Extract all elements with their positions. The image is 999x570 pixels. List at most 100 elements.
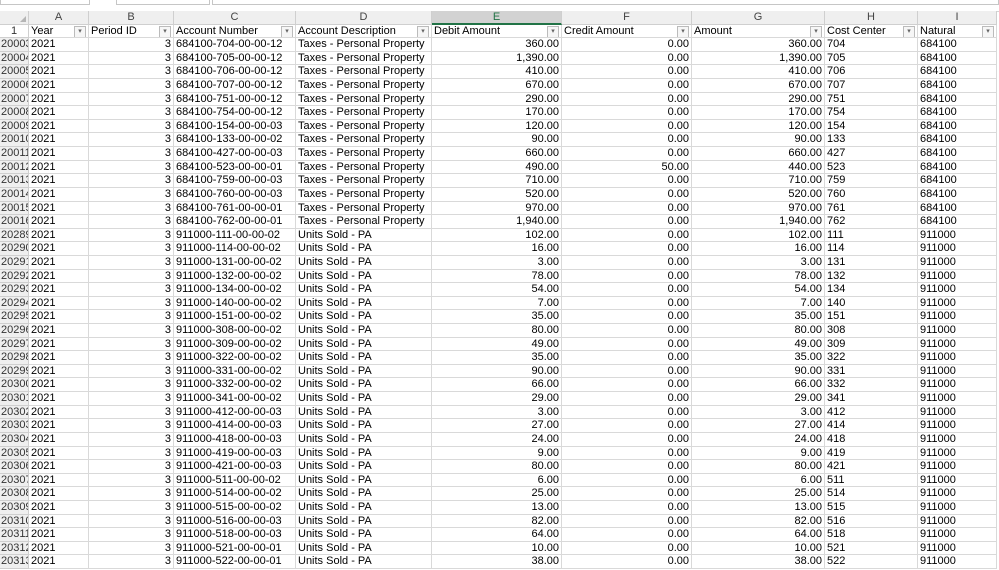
period-id-cell[interactable]: 3 <box>89 147 174 161</box>
natural-cell[interactable]: 911000 <box>918 419 997 433</box>
credit-amount-cell[interactable]: 0.00 <box>562 201 692 216</box>
year-cell[interactable]: 2021 <box>29 215 89 229</box>
account-number-cell[interactable]: 684100-523-00-00-01 <box>174 160 296 175</box>
natural-cell[interactable]: 911000 <box>918 446 997 461</box>
period-id-cell[interactable]: 3 <box>89 119 174 134</box>
year-cell[interactable]: 2021 <box>29 242 89 256</box>
credit-amount-cell[interactable]: 0.00 <box>562 487 692 501</box>
filter-dropdown-icon[interactable]: ▾ <box>547 25 559 38</box>
account-description-cell[interactable]: Units Sold - PA <box>296 269 432 284</box>
debit-amount-cell[interactable]: 3.00 <box>432 255 562 270</box>
row-number[interactable]: 20290 <box>0 242 29 256</box>
cost-center-cell[interactable]: 421 <box>825 460 918 474</box>
natural-cell[interactable]: 684100 <box>918 174 997 188</box>
amount-cell[interactable]: 78.00 <box>692 269 825 284</box>
natural-cell[interactable]: 684100 <box>918 65 997 80</box>
period-id-cell[interactable]: 3 <box>89 296 174 311</box>
year-cell[interactable]: 2021 <box>29 147 89 161</box>
account-description-cell[interactable]: Taxes - Personal Property <box>296 187 432 202</box>
amount-cell[interactable]: 410.00 <box>692 65 825 80</box>
account-number-cell[interactable]: 911000-511-00-00-02 <box>174 473 296 488</box>
natural-cell[interactable]: 911000 <box>918 337 997 352</box>
cost-center-cell[interactable]: 132 <box>825 269 918 284</box>
amount-cell[interactable]: 82.00 <box>692 514 825 529</box>
debit-amount-cell[interactable]: 360.00 <box>432 38 562 52</box>
cost-center-cell[interactable]: 154 <box>825 119 918 134</box>
row-number[interactable]: 20296 <box>0 324 29 338</box>
account-number-cell[interactable]: 911000-516-00-00-03 <box>174 514 296 529</box>
cost-center-cell[interactable]: 762 <box>825 215 918 229</box>
account-number-cell[interactable]: 911000-522-00-00-01 <box>174 555 296 569</box>
credit-amount-cell[interactable]: 0.00 <box>562 147 692 161</box>
credit-amount-cell[interactable]: 0.00 <box>562 283 692 297</box>
period-id-cell[interactable]: 3 <box>89 92 174 107</box>
amount-cell[interactable]: 35.00 <box>692 351 825 365</box>
year-cell[interactable]: 2021 <box>29 432 89 447</box>
cost-center-cell[interactable]: 761 <box>825 201 918 216</box>
account-number-cell[interactable]: 911000-521-00-00-01 <box>174 541 296 556</box>
account-description-cell[interactable]: Units Sold - PA <box>296 310 432 325</box>
debit-amount-cell[interactable]: 29.00 <box>432 392 562 406</box>
year-cell[interactable]: 2021 <box>29 419 89 433</box>
period-id-cell[interactable]: 3 <box>89 351 174 365</box>
row-number[interactable]: 20293 <box>0 283 29 297</box>
row-number[interactable]: 20305 <box>0 446 29 461</box>
natural-cell[interactable]: 911000 <box>918 460 997 474</box>
amount-cell[interactable]: 102.00 <box>692 228 825 243</box>
year-cell[interactable]: 2021 <box>29 324 89 338</box>
debit-amount-cell[interactable]: 3.00 <box>432 405 562 420</box>
account-number-cell[interactable]: 911000-131-00-00-02 <box>174 255 296 270</box>
cost-center-cell[interactable]: 414 <box>825 419 918 433</box>
cost-center-cell[interactable]: 341 <box>825 392 918 406</box>
account-number-cell[interactable]: 911000-419-00-00-03 <box>174 446 296 461</box>
year-cell[interactable]: 2021 <box>29 255 89 270</box>
credit-amount-cell[interactable]: 0.00 <box>562 500 692 515</box>
amount-cell[interactable]: 1,940.00 <box>692 215 825 229</box>
account-description-cell[interactable]: Units Sold - PA <box>296 242 432 256</box>
cost-center-cell[interactable]: 523 <box>825 160 918 175</box>
amount-cell[interactable]: 49.00 <box>692 337 825 352</box>
account-description-cell[interactable]: Units Sold - PA <box>296 283 432 297</box>
account-number-cell[interactable]: 911000-140-00-00-02 <box>174 296 296 311</box>
period-id-cell[interactable]: 3 <box>89 446 174 461</box>
natural-cell[interactable]: 911000 <box>918 324 997 338</box>
cost-center-cell[interactable]: 111 <box>825 228 918 243</box>
account-number-cell[interactable]: 911000-114-00-00-02 <box>174 242 296 256</box>
natural-cell[interactable]: 684100 <box>918 215 997 229</box>
period-id-cell[interactable]: 3 <box>89 500 174 515</box>
amount-cell[interactable]: 520.00 <box>692 187 825 202</box>
account-number-cell[interactable]: 911000-331-00-00-02 <box>174 364 296 379</box>
row-number[interactable]: 20009 <box>0 119 29 134</box>
account-number-cell[interactable]: 684100-427-00-00-03 <box>174 147 296 161</box>
cost-center-cell[interactable]: 309 <box>825 337 918 352</box>
filter-dropdown-icon[interactable]: ▾ <box>159 25 171 38</box>
period-id-cell[interactable]: 3 <box>89 487 174 501</box>
year-cell[interactable]: 2021 <box>29 283 89 297</box>
natural-cell[interactable]: 684100 <box>918 51 997 66</box>
year-cell[interactable]: 2021 <box>29 187 89 202</box>
debit-amount-cell[interactable]: 25.00 <box>432 487 562 501</box>
account-description-cell[interactable]: Units Sold - PA <box>296 392 432 406</box>
period-id-cell[interactable]: 3 <box>89 51 174 66</box>
column-header-e[interactable]: E <box>432 11 562 25</box>
account-description-cell[interactable]: Units Sold - PA <box>296 296 432 311</box>
cost-center-cell[interactable]: 754 <box>825 106 918 120</box>
period-id-cell[interactable]: 3 <box>89 555 174 569</box>
filter-dropdown-icon[interactable]: ▾ <box>281 25 293 38</box>
row-number[interactable]: 20012 <box>0 160 29 175</box>
account-number-cell[interactable]: 684100-751-00-00-12 <box>174 92 296 107</box>
period-id-cell[interactable]: 3 <box>89 215 174 229</box>
credit-amount-cell[interactable]: 0.00 <box>562 446 692 461</box>
account-description-cell[interactable]: Units Sold - PA <box>296 419 432 433</box>
natural-cell[interactable]: 684100 <box>918 133 997 148</box>
debit-amount-cell[interactable]: 290.00 <box>432 92 562 107</box>
cost-center-cell[interactable]: 322 <box>825 351 918 365</box>
credit-amount-cell[interactable]: 0.00 <box>562 310 692 325</box>
period-id-cell[interactable]: 3 <box>89 79 174 93</box>
amount-cell[interactable]: 13.00 <box>692 500 825 515</box>
credit-amount-cell[interactable]: 0.00 <box>562 432 692 447</box>
amount-cell[interactable]: 35.00 <box>692 310 825 325</box>
account-description-cell[interactable]: Units Sold - PA <box>296 255 432 270</box>
cost-center-cell[interactable]: 704 <box>825 38 918 52</box>
credit-amount-cell[interactable]: 0.00 <box>562 528 692 542</box>
